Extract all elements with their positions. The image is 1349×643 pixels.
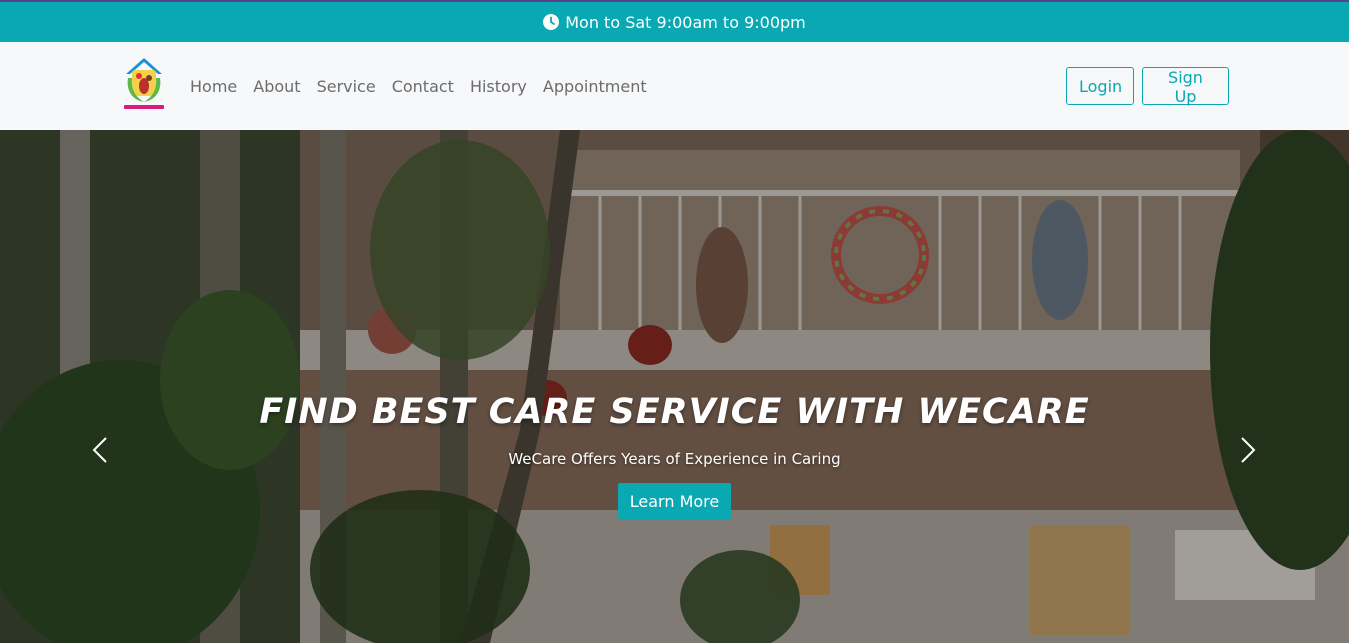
learn-more-button[interactable]: Learn More [618,483,731,519]
clock-icon [543,14,560,30]
nav-service-link[interactable]: Service [317,77,376,96]
wecare-logo[interactable] [122,56,166,114]
nav-contact-link[interactable]: Contact [392,77,454,96]
main-navbar: Home About Service Contact History Appoi… [0,42,1349,130]
nav-history-link[interactable]: History [470,77,527,96]
top-info-bar: Mon to Sat 9:00am to 9:00pm [0,0,1349,42]
hero-subtitle: WeCare Offers Years of Experience in Car… [508,450,841,468]
hero-overlay [0,130,1349,643]
opening-hours-text: Mon to Sat 9:00am to 9:00pm [565,12,806,32]
signup-button[interactable]: Sign Up [1142,67,1229,106]
nav-appointment-link[interactable]: Appointment [543,77,647,96]
hero-carousel: FIND BEST CARE SERVICE WITH WECARE WeCar… [0,130,1349,643]
hero-title: FIND BEST CARE SERVICE WITH WECARE [259,392,1090,432]
nav-home-link[interactable]: Home [190,77,237,96]
nav-about-link[interactable]: About [253,77,300,96]
login-button[interactable]: Login [1066,67,1134,105]
nav-links: Home About Service Contact History Appoi… [190,42,647,130]
